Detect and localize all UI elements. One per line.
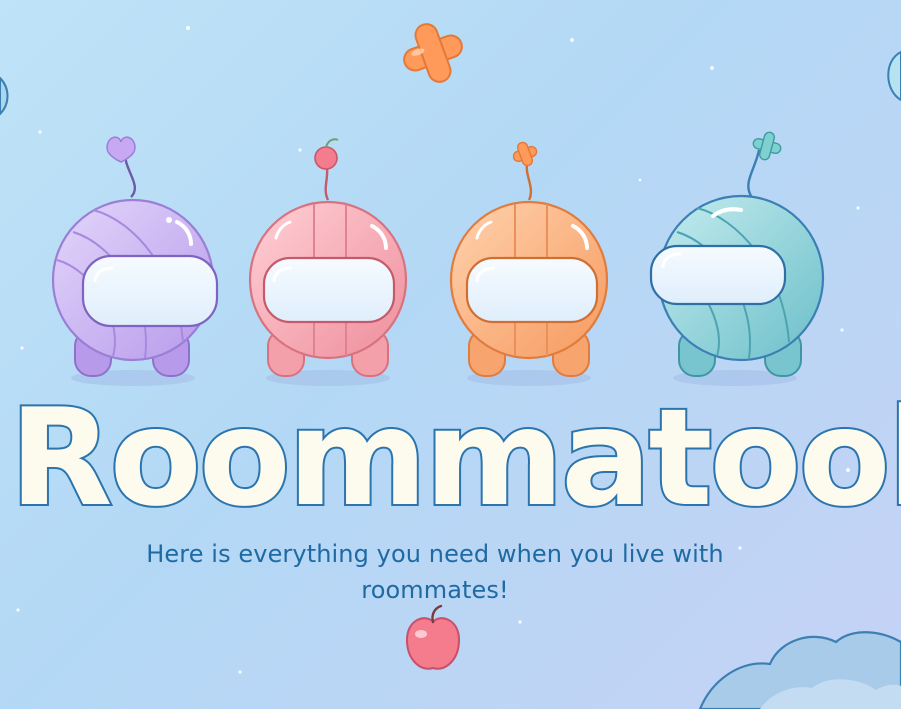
apple-icon [405,604,461,670]
app-title-text: Roommatool [9,380,901,530]
edge-bubble-left [0,76,9,116]
orange-roommate [449,141,609,386]
splash-screen: Roommatool Here is everything you need w… [0,0,901,709]
teal-roommate [649,131,825,386]
app-title: Roommatool [7,380,901,530]
purple-roommate [51,136,219,386]
cloud-icon [698,631,901,709]
orange-cross-icon [403,23,463,83]
tagline: Here is everything you need when you liv… [146,540,724,604]
edge-bubble-right [887,50,901,102]
pink-roommate [248,138,408,386]
